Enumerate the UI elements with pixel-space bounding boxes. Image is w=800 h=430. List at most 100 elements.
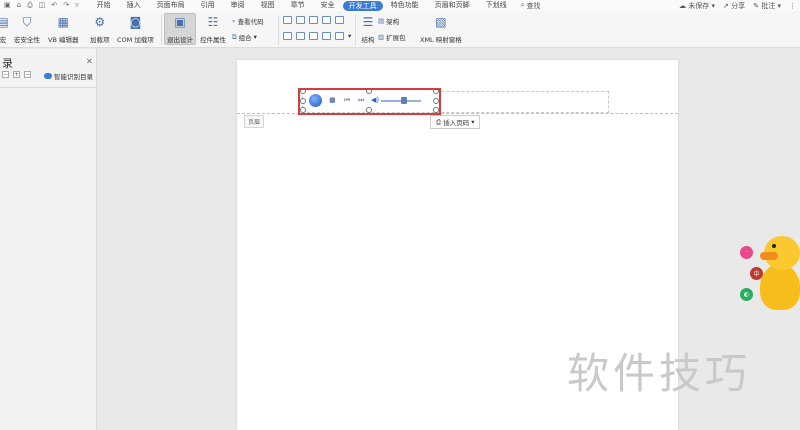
macro-security-label: 宏安全性 bbox=[14, 36, 40, 44]
ribbon-tabs: 开始 插入 页面布局 引用 审阅 视图 章节 安全 开发工具 特色功能 页眉和页… bbox=[89, 0, 541, 11]
close-icon[interactable]: ✕ bbox=[86, 57, 93, 66]
view-code-button[interactable]: ⌕ 查看代码 bbox=[232, 16, 264, 27]
ribbon-separator bbox=[278, 15, 279, 45]
schema-icon: ▤ bbox=[378, 17, 385, 25]
watermark: 软件技巧 bbox=[567, 349, 752, 398]
xml-mapping-button[interactable]: ▧ XML 映射窗格 bbox=[420, 14, 462, 44]
comment-button[interactable]: ✎ 批注 ▾ bbox=[753, 1, 781, 11]
checkbox-control-icon[interactable] bbox=[296, 32, 305, 40]
shield-icon: ⛉ bbox=[22, 14, 32, 29]
image-control-icon[interactable] bbox=[309, 16, 318, 24]
macro-label: 宏 bbox=[0, 36, 7, 44]
structure-button[interactable]: ☰ 结构 bbox=[359, 14, 377, 44]
save-icon[interactable]: ▣ bbox=[4, 2, 11, 9]
print-icon[interactable]: ⎙ bbox=[27, 2, 33, 9]
button-control-icon[interactable] bbox=[309, 32, 318, 40]
chevron-down-icon: ▾ bbox=[253, 33, 257, 41]
com-addins-button[interactable]: ◙ COM 加载项 bbox=[117, 14, 154, 44]
expansion-pack-button[interactable]: ▥ 扩展包 bbox=[378, 32, 406, 42]
group-label: 组合 bbox=[238, 34, 252, 42]
text-control-icon[interactable] bbox=[283, 16, 292, 24]
collapse-icon[interactable]: − bbox=[2, 71, 9, 78]
macro-icon: ▤ bbox=[0, 15, 9, 29]
badge-bubble[interactable]: 中 bbox=[750, 267, 763, 280]
smart-toc-button[interactable]: 智能识别目录 bbox=[44, 71, 93, 81]
remove-icon[interactable]: − bbox=[24, 71, 31, 78]
undo-icon[interactable]: ↶ bbox=[51, 2, 57, 9]
com-addins-icon: ◙ bbox=[129, 15, 142, 29]
page-number-icon: ⎙ bbox=[436, 117, 442, 126]
macro-security-button[interactable]: ⛉ 宏安全性 bbox=[14, 14, 40, 45]
design-mode-icon: ▣ bbox=[174, 15, 186, 29]
unsaved-status[interactable]: ☁ 未保存 ▾ bbox=[679, 1, 715, 11]
tab-developer[interactable]: 开发工具 bbox=[342, 0, 383, 11]
floating-assistant-widget[interactable]: · 中 ◐ bbox=[736, 234, 800, 310]
addins-button[interactable]: ⚙ 加载项 bbox=[90, 14, 110, 44]
expansion-pack-icon: ▥ bbox=[378, 33, 385, 41]
header-label: 页眉 bbox=[244, 115, 265, 128]
tab-chapter[interactable]: 章节 bbox=[283, 0, 313, 11]
vb-editor-button[interactable]: ▦ VB 编辑器 bbox=[48, 14, 78, 44]
tab-view[interactable]: 视图 bbox=[253, 0, 283, 11]
nav-pane-tools: − + − bbox=[2, 71, 31, 78]
more-icon[interactable]: ▿ bbox=[75, 2, 79, 9]
preview-icon[interactable]: ◫ bbox=[39, 2, 46, 9]
redo-icon[interactable]: ↷ bbox=[63, 2, 69, 9]
share-button[interactable]: ↗ 分享 bbox=[723, 1, 745, 11]
tab-home[interactable]: 开始 bbox=[89, 0, 119, 11]
ribbon-separator bbox=[355, 15, 356, 45]
search-box[interactable]: ⌕ 查找 bbox=[521, 1, 541, 11]
vb-editor-label: VB 编辑器 bbox=[48, 36, 79, 44]
properties-icon: ☷ bbox=[207, 15, 219, 29]
date-control-icon[interactable] bbox=[283, 32, 292, 40]
combo-box-control-icon[interactable] bbox=[322, 16, 331, 24]
tab-page-layout[interactable]: 页面布局 bbox=[149, 0, 193, 11]
rich-text-control-icon[interactable] bbox=[296, 16, 305, 24]
insert-page-number-button[interactable]: ⎙ 插入页码 ▾ bbox=[430, 115, 481, 129]
open-icon[interactable]: ⌂ bbox=[17, 2, 21, 9]
addins-label: 加载项 bbox=[90, 36, 110, 44]
duck-body bbox=[760, 264, 800, 310]
addins-icon: ⚙ bbox=[94, 15, 106, 29]
search-label: 查找 bbox=[526, 1, 541, 10]
dropdown-control-icon[interactable] bbox=[335, 16, 344, 24]
insert-page-number-label: 插入页码 bbox=[443, 119, 470, 127]
vb-editor-icon: ▦ bbox=[57, 15, 69, 29]
pink-bubble-icon[interactable]: · bbox=[740, 246, 753, 259]
smart-toc-icon bbox=[44, 73, 52, 79]
expansion-pack-label: 扩展包 bbox=[386, 34, 406, 42]
group-button[interactable]: ⧉ 组合 ▾ bbox=[232, 32, 257, 43]
highlight-annotation-box bbox=[298, 88, 441, 115]
listbox-control-icon[interactable] bbox=[322, 32, 331, 40]
status-area: ☁ 未保存 ▾ ↗ 分享 ✎ 批注 ▾ ⋮ bbox=[679, 0, 796, 11]
structure-icon: ☰ bbox=[362, 15, 374, 29]
tab-header-footer[interactable]: 页眉和页脚 bbox=[427, 0, 478, 11]
gallery-more-icon[interactable]: ▾ bbox=[348, 32, 351, 40]
more-options-icon[interactable]: ⋮ bbox=[789, 2, 796, 10]
tab-special-features[interactable]: 特色功能 bbox=[383, 0, 427, 11]
navigation-pane: 录 ✕ − + − 智能识别目录 bbox=[0, 49, 97, 430]
macro-button[interactable]: ▤ 宏 bbox=[0, 14, 12, 44]
tab-insert[interactable]: 插入 bbox=[119, 0, 149, 11]
nav-pane-title: 录 bbox=[2, 57, 13, 70]
group-icon: ⧉ bbox=[232, 32, 237, 41]
duck-eye bbox=[772, 244, 776, 248]
tab-review[interactable]: 审阅 bbox=[223, 0, 253, 11]
schema-button[interactable]: ▤ 架构 bbox=[378, 16, 399, 26]
com-addins-label: COM 加载项 bbox=[117, 36, 154, 44]
search-icon: ⌕ bbox=[520, 1, 525, 9]
control-properties-button[interactable]: ☷ 控件属性 bbox=[200, 14, 226, 44]
tab-security[interactable]: 安全 bbox=[313, 0, 343, 11]
tab-underline[interactable]: 下划线 bbox=[478, 0, 515, 11]
ribbon-separator bbox=[161, 15, 162, 45]
tab-references[interactable]: 引用 bbox=[193, 0, 223, 11]
control-properties-label: 控件属性 bbox=[200, 36, 226, 44]
structure-label: 结构 bbox=[361, 36, 375, 44]
expand-icon[interactable]: + bbox=[13, 71, 20, 78]
legacy-control-icon[interactable] bbox=[335, 32, 344, 40]
control-gallery-row-1 bbox=[283, 16, 344, 24]
green-bubble-icon[interactable]: ◐ bbox=[740, 288, 753, 301]
comment-icon: ✎ bbox=[753, 1, 760, 10]
exit-design-button[interactable]: ▣ 退出设计 bbox=[164, 13, 196, 45]
nav-pane-divider bbox=[0, 87, 97, 88]
